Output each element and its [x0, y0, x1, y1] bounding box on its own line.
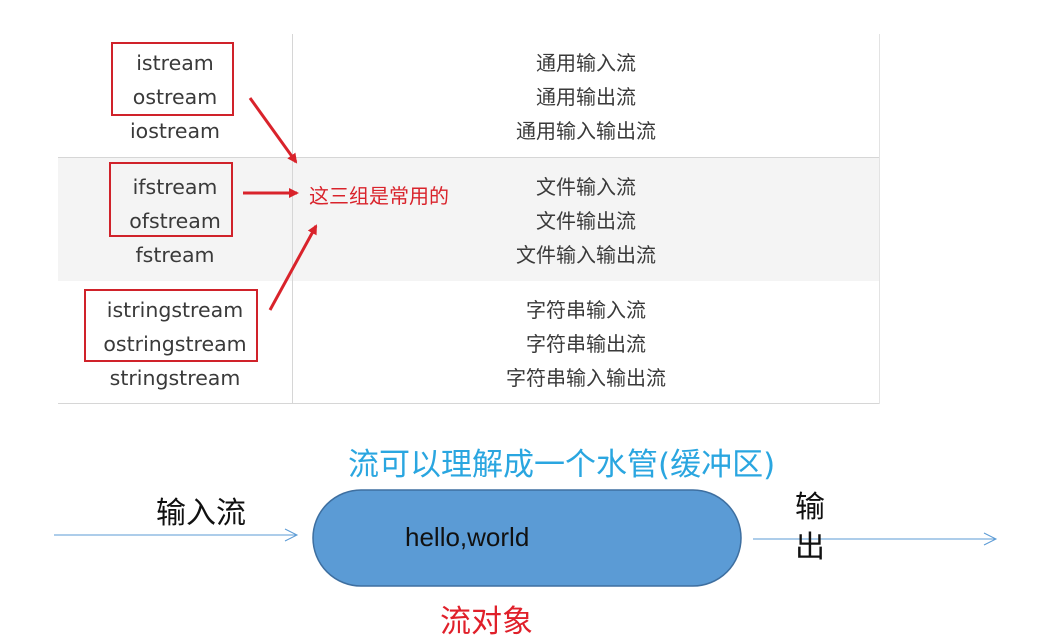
output-label-line: 输 [795, 490, 825, 525]
input-stream-label: 输入流 [156, 496, 246, 531]
pipe-content: hello,world [405, 522, 530, 552]
output-label-line: 出 [795, 530, 825, 565]
annotation-arrow-top [248, 97, 298, 164]
pipe-title: 流可以理解成一个水管(缓冲区) [348, 447, 776, 483]
annotation-arrow-bottom [268, 224, 318, 311]
output-stream-label: 输 出 [792, 488, 828, 568]
stream-object-label: 流对象 [440, 604, 533, 640]
